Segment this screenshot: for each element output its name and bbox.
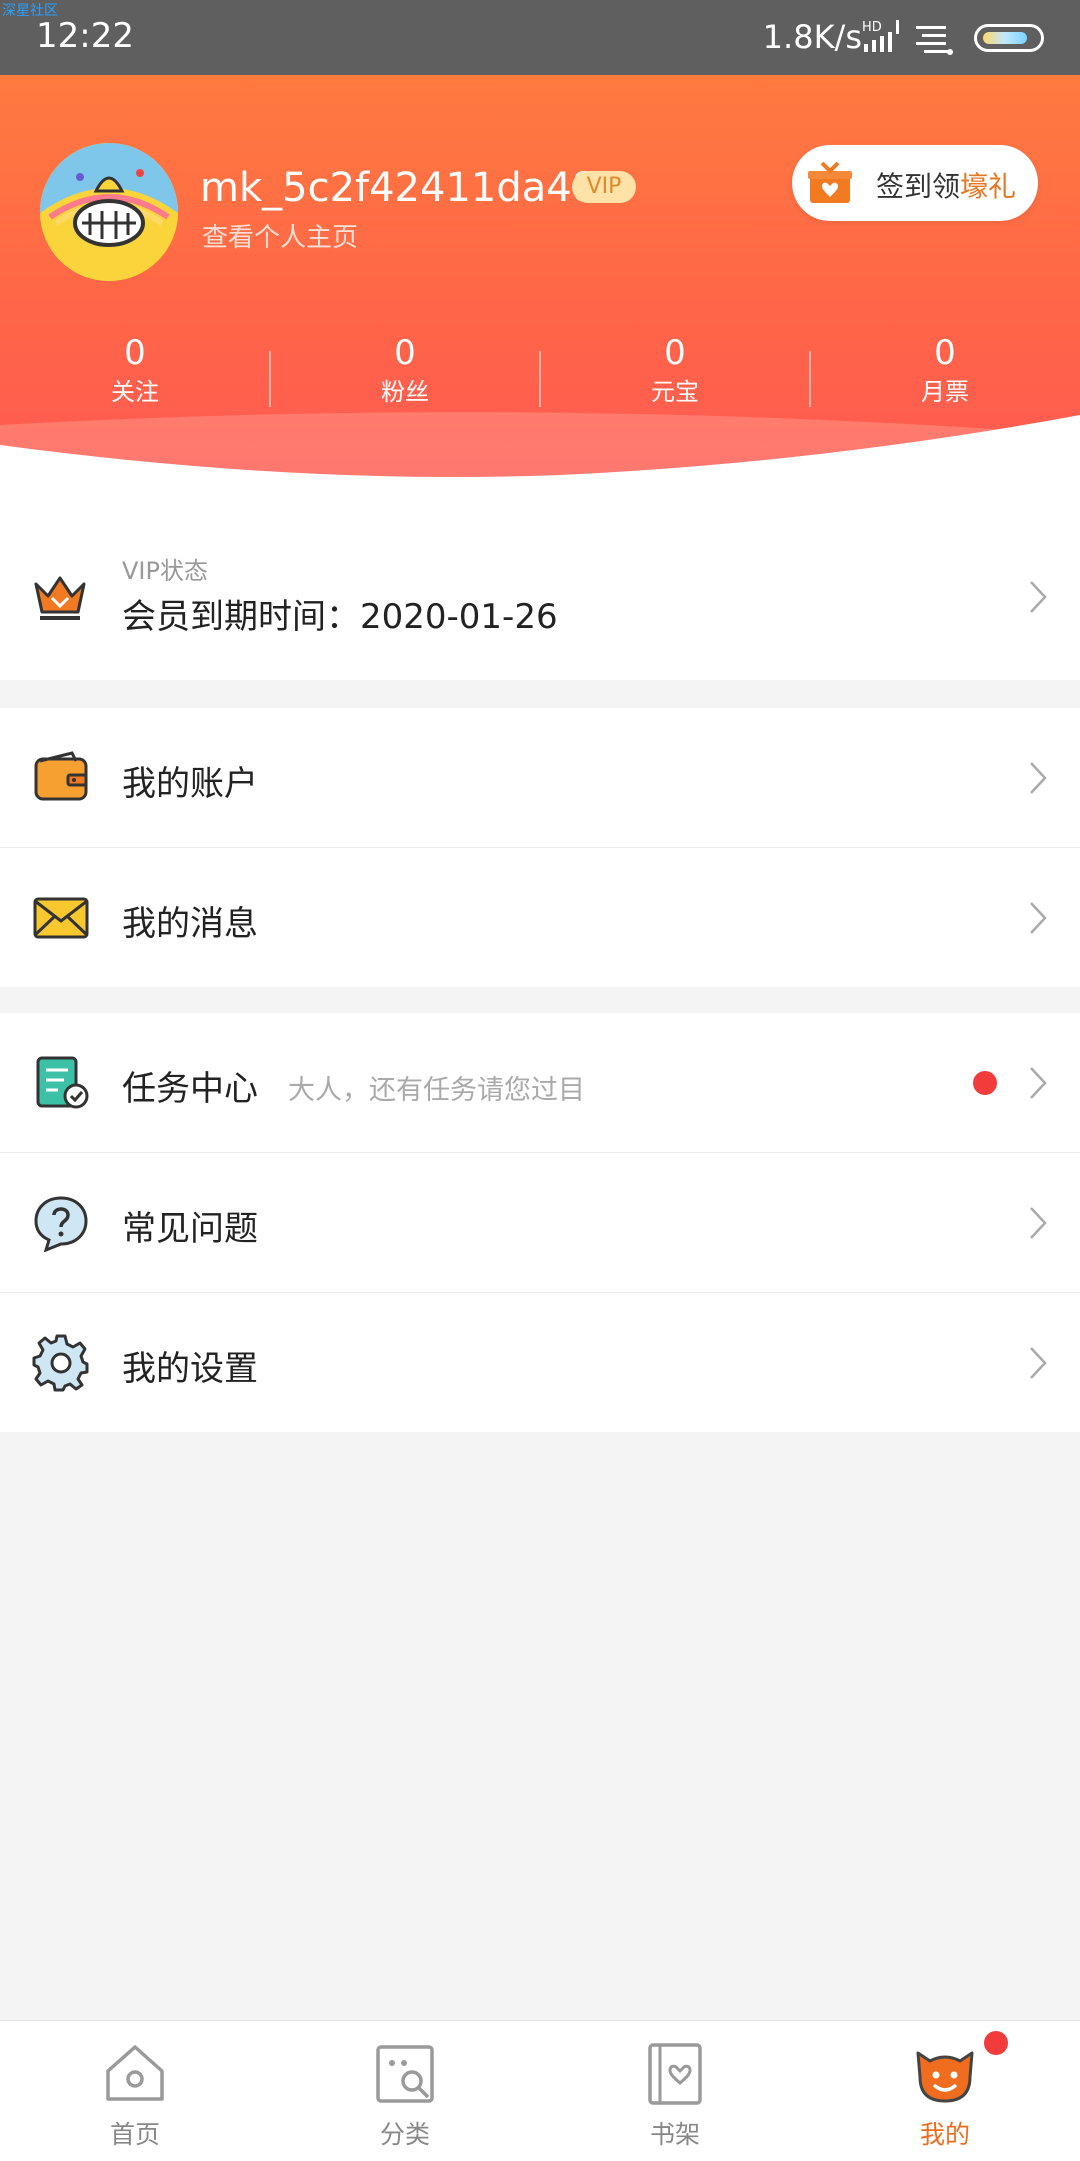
wallet-icon (34, 751, 88, 801)
menu-item-settings[interactable]: 我的设置 (0, 1293, 1080, 1432)
header-wave (0, 412, 1080, 515)
tab-home[interactable]: 首页 (0, 2021, 270, 2161)
stat-coins[interactable]: 0 元宝 (540, 333, 810, 407)
stat-label: 月票 (921, 378, 969, 406)
svg-text:HD: HD (862, 20, 882, 35)
stat-value: 0 (124, 333, 146, 373)
menu-item-messages[interactable]: 我的消息 (0, 848, 1080, 987)
menu-item-label: 任务中心 (122, 1069, 258, 1109)
chevron-right-icon (1030, 1067, 1047, 1099)
task-center-subtitle: 大人，还有任务请您过目 (288, 1075, 585, 1106)
view-profile-link[interactable]: 查看个人主页 (202, 217, 358, 254)
chevron-right-icon (1030, 902, 1047, 934)
profile-cat-icon (916, 2051, 974, 2103)
menu-item-label: 我的消息 (122, 904, 258, 944)
network-speed: 1.8K/s (762, 18, 862, 56)
chevron-right-icon (1030, 762, 1047, 794)
chevron-right-icon (1030, 581, 1047, 613)
stat-value: 0 (934, 333, 956, 373)
username[interactable]: mk_5c2f42411da48 (200, 165, 597, 211)
stat-label: 元宝 (651, 378, 699, 406)
wifi-icon (916, 26, 953, 55)
stat-label: 关注 (111, 378, 159, 406)
avatar-image (40, 143, 178, 281)
menu-item-task-center[interactable]: 任务中心 大人，还有任务请您过目 (0, 1013, 1080, 1153)
menu-group-account: 我的账户 我的消息 (0, 708, 1080, 987)
vip-expiry-text: 会员到期时间：2020-01-26 (122, 597, 558, 637)
notification-dot (973, 1071, 997, 1095)
signin-highlight: 壕礼 (960, 170, 1017, 203)
menu-item-account[interactable]: 我的账户 (0, 708, 1080, 848)
menu-item-label: 常见问题 (122, 1209, 258, 1249)
tab-label: 我的 (919, 2120, 970, 2149)
home-icon (106, 2045, 164, 2101)
tab-bookshelf[interactable]: 书架 (540, 2021, 810, 2161)
tab-label: 首页 (109, 2120, 160, 2149)
stat-monthly-tickets[interactable]: 0 月票 (810, 333, 1080, 407)
vip-badge: VIP (572, 171, 636, 203)
chevron-right-icon (1030, 1347, 1047, 1379)
menu-item-faq[interactable]: 常见问题 (0, 1153, 1080, 1293)
vip-status-caption: VIP状态 (122, 557, 208, 585)
gift-icon (808, 161, 852, 203)
status-bar: 深星社区 12:22 1.8K/s HD (0, 0, 1080, 75)
stat-label: 粉丝 (381, 378, 429, 406)
stat-following[interactable]: 0 关注 (0, 333, 270, 407)
crown-icon (34, 576, 86, 620)
task-icon (36, 1056, 89, 1109)
stat-value: 0 (664, 333, 686, 373)
chevron-right-icon (1030, 1207, 1047, 1239)
tab-label: 书架 (649, 2120, 700, 2149)
signin-label: 签到领壕礼 (876, 165, 1016, 205)
stat-fans[interactable]: 0 粉丝 (270, 333, 540, 407)
bookshelf-icon (648, 2043, 702, 2105)
signal-hd-icon: HD (862, 20, 899, 52)
status-time: 12:22 (36, 16, 134, 56)
avatar[interactable] (40, 143, 178, 281)
menu-group-help: 任务中心 大人，还有任务请您过目 常见问题 我的设置 (0, 1013, 1080, 1432)
tab-label: 分类 (379, 2120, 430, 2149)
question-icon (34, 1196, 88, 1252)
category-icon (376, 2045, 434, 2103)
envelope-icon (33, 897, 89, 939)
bottom-tab-bar: 首页 分类 书架 我的 (0, 2020, 1080, 2161)
menu-item-label: 我的设置 (122, 1349, 258, 1389)
signin-gift-button[interactable]: 签到领壕礼 (792, 145, 1038, 221)
menu-item-label: 我的账户 (122, 764, 258, 804)
vip-status-row[interactable]: VIP状态 会员到期时间：2020-01-26 (0, 515, 1080, 680)
tab-mine[interactable]: 我的 (810, 2021, 1080, 2161)
tab-notification-dot (984, 2031, 1008, 2055)
stat-value: 0 (394, 333, 416, 373)
tab-category[interactable]: 分类 (270, 2021, 540, 2161)
profile-header: mk_5c2f42411da48 VIP 查看个人主页 签到领壕礼 0 关注 0… (0, 75, 1080, 515)
gear-icon (32, 1334, 89, 1392)
signin-prefix: 签到领 (876, 170, 961, 203)
battery-icon (974, 24, 1044, 52)
